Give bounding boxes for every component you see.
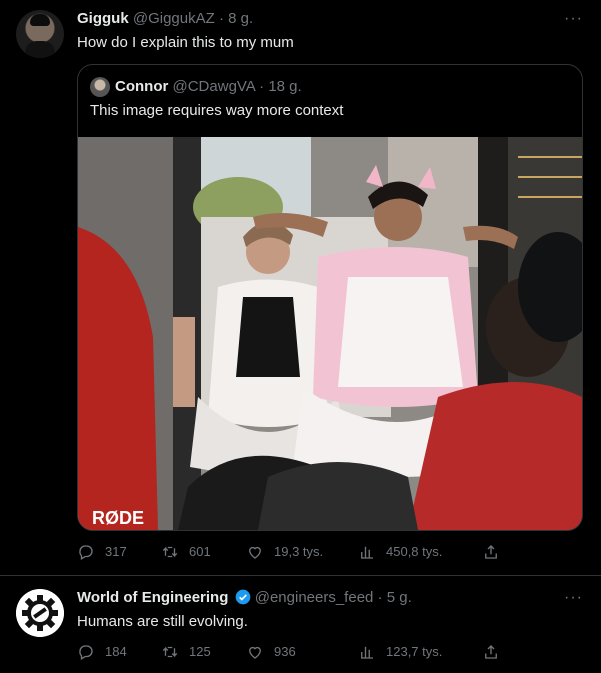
reply-button[interactable]: 184 — [77, 642, 127, 662]
views-count: 450,8 tys. — [386, 544, 443, 559]
views-button[interactable]: 123,7 tys. — [358, 642, 442, 662]
retweet-icon — [162, 646, 178, 658]
like-button[interactable]: 936 — [246, 642, 296, 662]
quote-timestamp: 18 g. — [268, 78, 302, 95]
tweet-actions: 184 125 936 123,7 tys. — [77, 642, 507, 662]
timestamp[interactable]: 5 g. — [387, 589, 412, 606]
avatar[interactable] — [16, 10, 64, 58]
separator: · — [259, 78, 265, 95]
like-button[interactable]: 19,3 tys. — [246, 542, 323, 562]
avatar[interactable] — [16, 589, 64, 637]
quote-author-handle: @CDawgVA — [172, 78, 255, 95]
retweet-count: 601 — [189, 544, 211, 559]
like-count: 936 — [274, 644, 296, 659]
share-icon — [485, 645, 497, 659]
separator: · — [377, 589, 383, 606]
tweet-world-of-engineering[interactable]: World of Engineering @engineers_feed · 5… — [0, 576, 601, 673]
quote-photo[interactable]: RØDE — [78, 137, 582, 530]
reply-count: 184 — [105, 644, 127, 659]
tweet-actions: 317 601 19,3 tys. 450,8 tys. — [77, 542, 507, 562]
views-button[interactable]: 450,8 tys. — [358, 542, 442, 562]
tweet-gigguk[interactable]: Gigguk @GiggukAZ · 8 g. ··· How do I exp… — [0, 0, 601, 576]
views-icon — [361, 646, 373, 659]
retweet-icon — [162, 546, 178, 558]
author-handle[interactable]: @engineers_feed — [255, 589, 374, 606]
like-icon — [249, 546, 261, 559]
avatar-shirt — [25, 41, 55, 58]
tweet-header: Gigguk @GiggukAZ · 8 g. — [77, 9, 253, 29]
tweet-header: World of Engineering @engineers_feed · 5… — [77, 588, 412, 608]
retweet-button[interactable]: 601 — [161, 542, 211, 562]
author-name[interactable]: World of Engineering — [77, 589, 228, 606]
reply-icon — [79, 545, 93, 560]
separator: · — [218, 10, 224, 27]
views-count: 123,7 tys. — [386, 644, 443, 659]
like-count: 19,3 tys. — [274, 544, 324, 559]
tweet-text: Humans are still evolving. — [77, 613, 248, 630]
more-icon[interactable]: ··· — [564, 9, 583, 29]
quoted-tweet[interactable]: Connor @CDawgVA · 18 g. This image requi… — [77, 64, 583, 531]
like-icon — [249, 646, 261, 659]
gear-logo-icon — [16, 589, 64, 637]
retweet-count: 125 — [189, 644, 211, 659]
rode-logo: RØDE — [92, 508, 144, 528]
quote-avatar — [90, 77, 110, 97]
photo-illustration: RØDE — [78, 137, 582, 530]
reply-button[interactable]: 317 — [77, 542, 127, 562]
more-icon[interactable]: ··· — [564, 588, 583, 608]
quote-text: This image requires way more context — [90, 102, 344, 119]
verified-icon — [235, 589, 250, 605]
reply-count: 317 — [105, 544, 127, 559]
share-button[interactable] — [482, 542, 500, 562]
quote-header: Connor @CDawgVA · 18 g. — [115, 77, 302, 97]
quote-author-name: Connor — [115, 78, 169, 95]
retweet-button[interactable]: 125 — [161, 642, 211, 662]
author-handle[interactable]: @GiggukAZ — [133, 10, 215, 27]
views-icon — [361, 546, 373, 559]
share-button[interactable] — [482, 642, 500, 662]
timestamp[interactable]: 8 g. — [228, 10, 253, 27]
share-icon — [485, 545, 497, 559]
tweet-text: How do I explain this to my mum — [77, 34, 294, 51]
author-name[interactable]: Gigguk — [77, 10, 129, 27]
reply-icon — [79, 645, 93, 660]
avatar-hair — [30, 14, 50, 26]
